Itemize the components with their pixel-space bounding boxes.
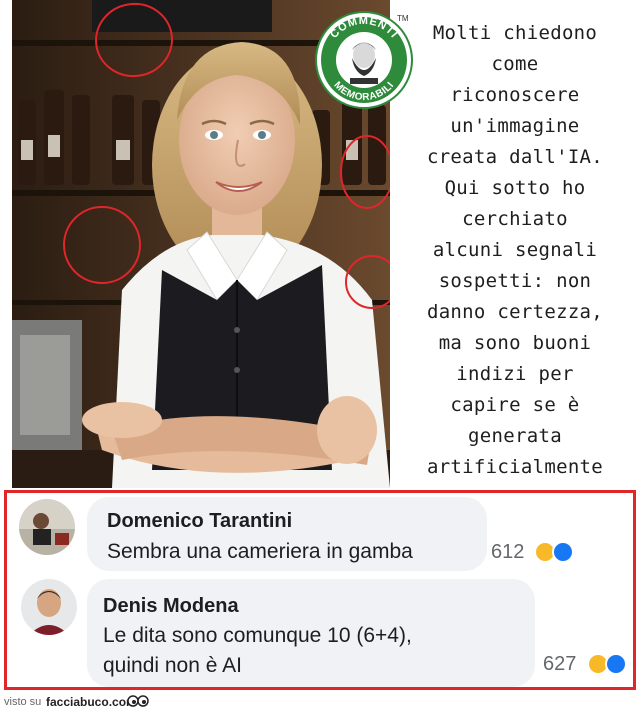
- reaction-icons[interactable]: [534, 541, 584, 565]
- comments-section: Domenico Tarantini Sembra una cameriera …: [4, 490, 636, 690]
- caption-text: Molti chiedono come riconoscere un'immag…: [426, 22, 604, 478]
- avatar[interactable]: [19, 499, 75, 555]
- comment-text-line-1: Le dita sono comunque 10 (6+4),: [103, 624, 412, 647]
- comment-text-line-2: quindi non è AI: [103, 654, 242, 677]
- comment-text: Sembra una cameriera in gamba: [107, 540, 413, 563]
- footer-site-link[interactable]: facciabuco.com: [46, 695, 137, 709]
- comment-author[interactable]: Domenico Tarantini: [107, 510, 292, 533]
- reaction-count[interactable]: 612: [491, 541, 524, 564]
- reaction-icons[interactable]: [587, 653, 637, 677]
- like-reaction-icon: [552, 541, 574, 563]
- caption-panel: Molti chiedono come riconoscere un'immag…: [390, 0, 640, 488]
- comment-bubble: Denis Modena Le dita sono comunque 10 (6…: [87, 579, 535, 687]
- reaction-count[interactable]: 627: [543, 653, 576, 676]
- footer: visto su facciabuco.com: [0, 692, 640, 713]
- footer-visto-su: visto su: [4, 696, 42, 708]
- comment-author[interactable]: Denis Modena: [103, 595, 239, 618]
- eyes-icon: [127, 694, 149, 713]
- comment-bubble: Domenico Tarantini Sembra una cameriera …: [87, 497, 487, 571]
- trademark-label: TM: [397, 14, 409, 23]
- commenti-memorabili-logo: COMMENTI MEMORABILI: [314, 10, 414, 110]
- like-reaction-icon: [605, 653, 627, 675]
- avatar[interactable]: [21, 579, 77, 635]
